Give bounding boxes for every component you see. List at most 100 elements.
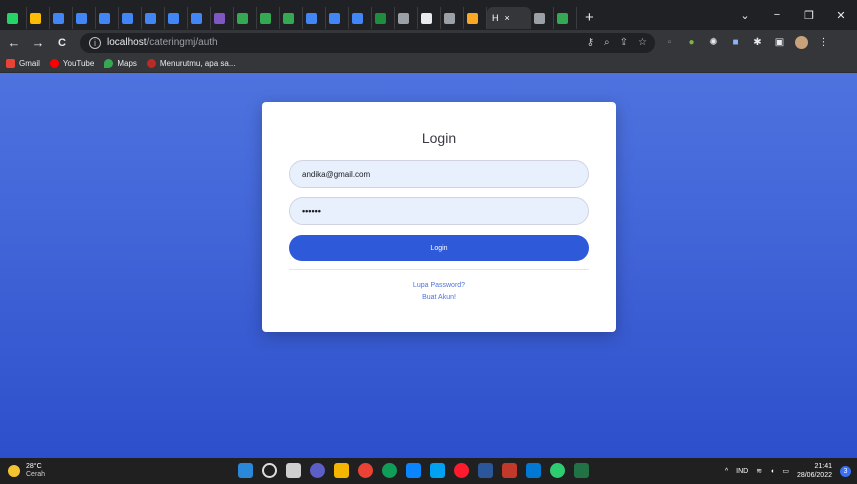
new-tab-button[interactable]: + [585,9,594,26]
browser-tab[interactable] [349,7,372,29]
app-icon[interactable] [430,463,445,478]
volume-icon[interactable]: ◖ [770,468,774,475]
youtube-icon [49,59,59,68]
drive-icon [283,12,294,24]
file-explorer-icon[interactable] [334,463,349,478]
site-icon [534,12,545,24]
browser-tab[interactable] [464,7,487,29]
forward-button[interactable]: → [28,35,48,50]
browser-tab[interactable] [211,7,234,29]
bookmarks-bar: Gmail YouTube Maps Menurutmu, apa sa... [0,55,857,73]
weather-temp: 28°C [26,463,42,470]
menu-icon[interactable]: ⋮ [817,36,830,49]
browser-tab[interactable] [280,7,303,29]
email-field[interactable]: andika@gmail.com [289,160,589,188]
word-icon[interactable] [478,463,493,478]
browser-tab[interactable] [119,7,142,29]
browser-tab[interactable] [4,7,27,29]
edge-icon[interactable] [382,463,397,478]
browser-tab[interactable] [531,7,554,29]
clock[interactable]: 21:41 28/06/2022 [797,462,832,480]
browser-tab-active[interactable]: H × [487,7,531,29]
password-field[interactable]: •••••• [289,197,589,225]
start-icon[interactable] [238,463,253,478]
divider [289,269,589,270]
docs-icon [76,12,87,24]
star-icon[interactable]: ☆ [638,37,647,48]
chevron-down-icon[interactable]: ⌄ [729,9,761,22]
app-icon[interactable] [502,463,517,478]
chat-icon[interactable] [310,463,325,478]
url-path: /cateringmj/auth [146,37,218,48]
app-icon[interactable] [550,463,565,478]
key-icon[interactable]: ⚷ [587,37,594,48]
notepad-icon[interactable] [526,463,541,478]
bookmark-maps[interactable]: Maps [104,59,137,68]
back-button[interactable]: ← [4,35,24,50]
browser-tab[interactable] [50,7,73,29]
browser-tab[interactable] [73,7,96,29]
browser-tab[interactable] [165,7,188,29]
browser-tab[interactable] [441,7,464,29]
maximize-button[interactable]: ❐ [793,9,825,22]
wifi-icon[interactable]: ≋ [756,467,762,475]
sun-icon [8,465,20,477]
bookmark-label: Gmail [19,59,40,68]
browser-tab[interactable] [234,7,257,29]
excel-icon[interactable] [574,463,589,478]
extensions-bar: ▫ ● ✺ ■ ✱ ▣ ⋮ [663,36,830,49]
browser-tab[interactable] [188,7,211,29]
create-account-link[interactable]: Buat Akun! [262,294,616,301]
login-button[interactable]: Login [289,235,589,261]
task-view-icon[interactable] [286,463,301,478]
clock-time: 21:41 [814,463,832,470]
browser-tab[interactable] [418,7,441,29]
chrome-icon[interactable] [358,463,373,478]
reload-button[interactable]: C [52,37,72,49]
bookmark-youtube[interactable]: YouTube [49,59,94,68]
docs-icon [352,12,363,24]
bookmark-gmail[interactable]: Gmail [6,59,40,68]
docs-icon [191,12,202,24]
close-window-button[interactable]: ✕ [825,9,857,22]
avatar[interactable] [795,36,808,49]
extension-icon[interactable]: ● [685,36,698,49]
browser-tab[interactable] [303,7,326,29]
share-icon[interactable]: ⇪ [620,37,628,48]
sidepanel-icon[interactable]: ▣ [773,36,786,49]
login-card: Login andika@gmail.com •••••• Login Lupa… [262,102,616,332]
puzzle-icon[interactable]: ✱ [751,36,764,49]
opera-icon[interactable] [454,463,469,478]
info-icon[interactable]: i [89,36,101,49]
site-icon [444,12,455,24]
weather-condition: Cerah [26,471,46,478]
minimize-button[interactable]: − [761,9,793,21]
extension-icon[interactable]: ✺ [707,36,720,49]
battery-icon[interactable]: ▭ [782,467,789,475]
browser-tab[interactable] [326,7,349,29]
extension-icon[interactable]: ■ [729,36,742,49]
gmail-icon [6,59,15,68]
browser-tab[interactable] [395,7,418,29]
forms-icon [214,12,225,24]
browser-tab[interactable] [27,7,50,29]
extension-icon[interactable]: ▫ [663,36,676,49]
bookmark-quora[interactable]: Menurutmu, apa sa... [146,59,235,68]
docs-icon [329,12,340,24]
chevron-up-icon[interactable]: ^ [725,468,728,475]
address-bar[interactable]: i localhost/cateringmj/auth ⚷ ⌕ ⇪ ☆ [80,32,655,53]
weather-widget[interactable]: 28°C Cerah [8,463,45,479]
zoom-icon[interactable]: ⌕ [604,37,610,48]
browser-tab[interactable] [96,7,119,29]
close-tab-icon[interactable]: × [505,13,510,23]
browser-tab[interactable] [142,7,165,29]
browser-tab[interactable] [257,7,280,29]
language-indicator[interactable]: IND [736,468,748,475]
notification-badge[interactable]: 3 [840,465,851,477]
browser-tab[interactable] [372,7,395,29]
store-icon[interactable] [406,463,421,478]
forgot-password-link[interactable]: Lupa Password? [262,282,616,289]
browser-tab[interactable] [554,7,577,29]
search-icon[interactable] [262,463,277,478]
page-title: Login [421,130,457,146]
